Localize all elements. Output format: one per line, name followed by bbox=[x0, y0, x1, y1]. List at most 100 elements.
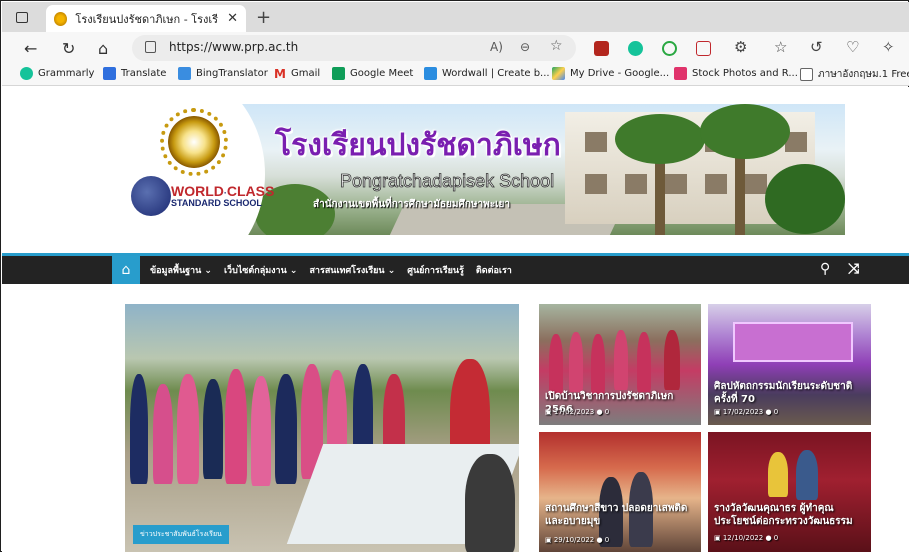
house-icon: ⌂ bbox=[121, 262, 131, 278]
post-date[interactable]: 17/02/2023 bbox=[723, 408, 763, 416]
post-card[interactable]: รางวัลวัฒนคุณาธร ผู้ทำคุณประโยชน์ต่อกระท… bbox=[708, 432, 871, 552]
add-favorite-icon[interactable]: ☆ bbox=[550, 38, 563, 54]
post-meta: ▣ 12/10/2022 ● 0 bbox=[714, 534, 778, 542]
bookmark-label: Wordwall | Create b... bbox=[442, 68, 550, 79]
bookmark-label: ภาษาอังกฤษม.1 Free... bbox=[818, 69, 909, 80]
tab-actions-icon[interactable] bbox=[12, 8, 32, 26]
nav-item-school-information[interactable]: สารสนเทศโรงเรียน ⌄ bbox=[309, 263, 395, 277]
site-header-banner: WORLD·CLASS STANDARD SCHOOL โรงเรียนปงรั… bbox=[125, 104, 845, 235]
bing-translator-icon bbox=[178, 67, 191, 80]
post-card[interactable]: เปิดบ้านวิชาการปงรัชดาภิเษก 2566 ▣ 17/02… bbox=[539, 304, 701, 425]
bookmark-wordwall[interactable]: Wordwall | Create b... bbox=[424, 67, 550, 80]
wordwall-icon bbox=[424, 67, 437, 80]
tab-active[interactable]: โรงเรียนปงรัชดาภิเษก - โรงเรียนปงรัชฯ ✕ bbox=[46, 5, 246, 32]
post-card[interactable]: สถานศึกษาสีขาว ปลอดยาเสพติดและอบายมุข ▣ … bbox=[539, 432, 701, 552]
calendar-icon: ▣ bbox=[714, 534, 723, 542]
comment-icon: ● bbox=[596, 408, 605, 416]
lock-icon bbox=[145, 41, 156, 53]
post-meta: ▣ 17/02/2023 ● 0 bbox=[714, 408, 778, 416]
new-tab-button[interactable]: + bbox=[256, 7, 271, 28]
nav-menu: ข้อมูลพื้นฐาน ⌄ เว็บไซต์กลุ่มงาน ⌄ สารสน… bbox=[150, 263, 512, 277]
comment-icon: ● bbox=[765, 534, 774, 542]
post-meta: ▣ 17/02/2023 ● 0 bbox=[545, 408, 609, 416]
video-extension-icon[interactable] bbox=[696, 41, 711, 56]
bookmark-label: My Drive - Google... bbox=[570, 68, 670, 79]
post-title[interactable]: รางวัลวัฒนคุณาธร ผู้ทำคุณประโยชน์ต่อกระท… bbox=[714, 502, 869, 528]
bookmarks-bar: Grammarly Translate BingTranslator M Gmai… bbox=[2, 64, 909, 86]
favorites-icon[interactable]: ☆ bbox=[774, 38, 787, 56]
address-bar[interactable]: https://www.prp.ac.th A) ⊖ ☆ bbox=[132, 35, 576, 61]
comment-count[interactable]: 0 bbox=[605, 408, 609, 416]
history-icon[interactable]: ↺ bbox=[810, 38, 823, 56]
post-title[interactable]: ศิลปหัตถกรรมนักเรียนระดับชาติ ครั้งที่ 7… bbox=[714, 380, 864, 406]
comment-count[interactable]: 0 bbox=[605, 536, 609, 544]
calendar-icon: ▣ bbox=[545, 536, 554, 544]
nav-item-basic-info[interactable]: ข้อมูลพื้นฐาน ⌄ bbox=[150, 263, 212, 277]
bookmark-google-meet[interactable]: Google Meet bbox=[332, 67, 413, 80]
world-class-logo: WORLD·CLASS STANDARD SCHOOL bbox=[171, 183, 275, 208]
extensions-icon[interactable]: ⚙ bbox=[734, 38, 747, 56]
web-page: WORLD·CLASS STANDARD SCHOOL โรงเรียนปงรั… bbox=[2, 87, 909, 552]
google-meet-icon bbox=[332, 67, 345, 80]
tab-title: โรงเรียนปงรัชดาภิเษก - โรงเรียนปงรัชฯ bbox=[75, 12, 219, 26]
school-name-thai: โรงเรียนปงรัชดาภิเษก bbox=[275, 128, 561, 163]
gmail-icon: M bbox=[274, 67, 286, 81]
site-nav-bar: ⌂ ข้อมูลพื้นฐาน ⌄ เว็บไซต์กลุ่มงาน ⌄ สาร… bbox=[2, 256, 909, 284]
post-meta: ▣ 29/10/2022 ● 0 bbox=[545, 536, 609, 544]
bookmark-label: BingTranslator bbox=[196, 68, 268, 79]
grammarly-icon bbox=[20, 67, 33, 80]
bookmark-grammarly[interactable]: Grammarly bbox=[20, 67, 94, 80]
tab-strip: โรงเรียนปงรัชดาภิเษก - โรงเรียนปงรัชฯ ✕ … bbox=[2, 2, 909, 32]
bookmark-label: Grammarly bbox=[38, 68, 95, 79]
stock-photos-icon bbox=[674, 67, 687, 80]
nav-item-contact[interactable]: ติดต่อเรา bbox=[476, 263, 512, 277]
comment-count[interactable]: 0 bbox=[774, 534, 778, 542]
bookmark-translate[interactable]: Translate bbox=[103, 67, 166, 80]
refresh-icon[interactable]: ↻ bbox=[62, 39, 75, 58]
bookmark-my-drive[interactable]: My Drive - Google... bbox=[552, 67, 669, 80]
featured-post-card[interactable]: ข่าวประชาสัมพันธ์โรงเรียน bbox=[125, 304, 519, 552]
url-text: https://www.prp.ac.th bbox=[169, 40, 299, 54]
school-seal-icon bbox=[168, 116, 220, 168]
search-icon[interactable]: ⚲ bbox=[820, 261, 830, 277]
read-aloud-icon[interactable]: A) bbox=[490, 40, 503, 54]
copilot-icon[interactable]: ✧ bbox=[882, 38, 895, 56]
calendar-icon: ▣ bbox=[545, 408, 554, 416]
bookmark-english-free[interactable]: ภาษาอังกฤษม.1 Free... bbox=[800, 67, 909, 82]
post-title[interactable]: สถานศึกษาสีขาว ปลอดยาเสพติดและอบายมุข bbox=[545, 502, 695, 528]
school-name-english: Pongratchadapisek School bbox=[340, 171, 555, 192]
school-office-subtitle: สำนักงานเขตพื้นที่การศึกษามัธยมศึกษาพะเย… bbox=[313, 199, 510, 210]
bookmark-label: Google Meet bbox=[350, 68, 414, 79]
google-drive-icon bbox=[552, 67, 565, 80]
post-date[interactable]: 12/10/2022 bbox=[723, 534, 763, 542]
bookmark-label: Stock Photos and R... bbox=[692, 68, 798, 79]
random-post-icon[interactable]: ⤨ bbox=[848, 261, 859, 277]
home-icon[interactable]: ⌂ bbox=[98, 39, 108, 58]
home-button[interactable]: ⌂ bbox=[112, 256, 140, 284]
bookmark-label: Translate bbox=[121, 68, 167, 79]
comment-icon: ● bbox=[596, 536, 605, 544]
bookmark-stock-photos[interactable]: Stock Photos and R... bbox=[674, 67, 798, 80]
post-card[interactable]: ศิลปหัตถกรรมนักเรียนระดับชาติ ครั้งที่ 7… bbox=[708, 304, 871, 425]
bookmark-label: Gmail bbox=[290, 68, 321, 79]
tab-close-icon[interactable]: ✕ bbox=[227, 11, 238, 26]
nav-item-department-sites[interactable]: เว็บไซต์กลุ่มงาน ⌄ bbox=[224, 263, 298, 277]
comment-icon: ● bbox=[765, 408, 774, 416]
translate-icon bbox=[103, 67, 116, 80]
bookmark-gmail[interactable]: M Gmail bbox=[274, 67, 321, 81]
post-date[interactable]: 29/10/2022 bbox=[554, 536, 594, 544]
category-badge[interactable]: ข่าวประชาสัมพันธ์โรงเรียน bbox=[133, 525, 229, 544]
browser-essentials-icon[interactable]: ♡ bbox=[846, 38, 859, 56]
bookmark-bingtranslator[interactable]: BingTranslator bbox=[178, 67, 268, 80]
comment-count[interactable]: 0 bbox=[774, 408, 778, 416]
back-icon[interactable]: ← bbox=[24, 39, 37, 58]
extension-shield-icon[interactable] bbox=[594, 41, 609, 56]
zoom-icon[interactable]: ⊖ bbox=[520, 40, 530, 54]
browser-toolbar: ← ↻ ⌂ https://www.prp.ac.th A) ⊖ ☆ ⚙ ☆ ↺… bbox=[2, 32, 909, 64]
site-favicon-icon bbox=[54, 11, 68, 26]
post-date[interactable]: 17/02/2023 bbox=[554, 408, 594, 416]
extension-icon[interactable] bbox=[662, 41, 677, 56]
nav-item-learning-center[interactable]: ศูนย์การเรียนรู้ bbox=[407, 263, 464, 277]
calendar-icon: ▣ bbox=[714, 408, 723, 416]
grammarly-extension-icon[interactable] bbox=[628, 41, 643, 56]
